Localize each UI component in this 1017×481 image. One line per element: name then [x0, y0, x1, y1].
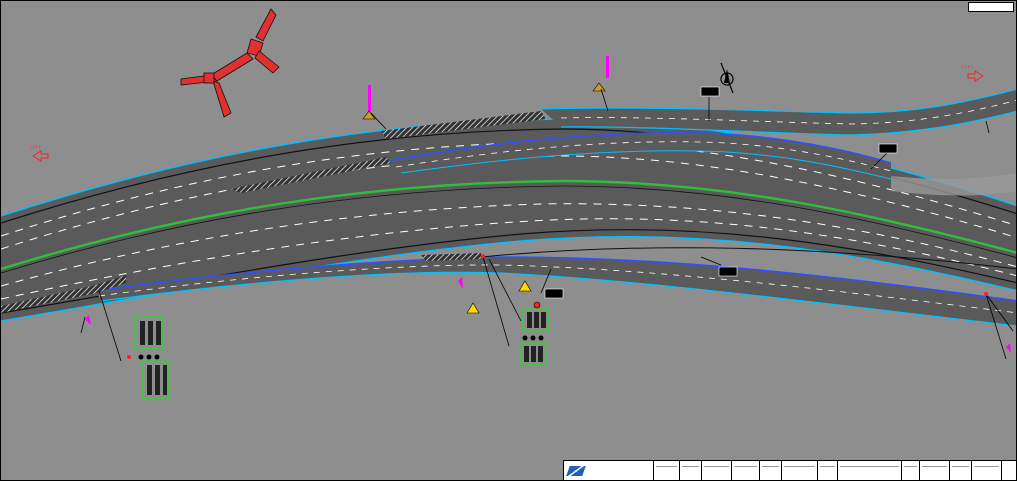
company-block — [564, 461, 654, 480]
direction-arrow-icon: ↑↑↑↑ — [29, 145, 49, 162]
road-plan-drawing: ↑↑↑↑ ↑↑↑↑ — [1, 8, 1016, 400]
title-cell-2 — [680, 461, 702, 480]
drawing-title-badge — [968, 2, 1014, 12]
drawing-frame: ↑↑↑↑ ↑↑↑↑ — [0, 0, 1017, 481]
title-cell-5 — [760, 461, 782, 480]
north-arrow-icon — [720, 62, 734, 94]
title-cell-9 — [902, 461, 920, 480]
title-cell-8 — [838, 461, 902, 480]
svg-text:↑↑↑↑: ↑↑↑↑ — [961, 65, 973, 71]
title-cell-1 — [654, 461, 680, 480]
title-cell-11 — [950, 461, 972, 480]
title-cell-4 — [732, 461, 760, 480]
title-block — [563, 460, 1016, 480]
title-cell-12 — [972, 461, 1002, 480]
direction-arrow-icon-right: ↑↑↑↑ — [961, 65, 984, 82]
company-logo-icon — [566, 464, 586, 478]
title-cell-10 — [920, 461, 950, 480]
title-cell-7 — [818, 461, 838, 480]
sheet-number — [1002, 461, 1016, 480]
red-structure — [180, 8, 280, 118]
title-cell-6 — [782, 461, 818, 480]
title-cell-3 — [702, 461, 732, 480]
svg-text:↑↑↑↑: ↑↑↑↑ — [29, 145, 41, 151]
